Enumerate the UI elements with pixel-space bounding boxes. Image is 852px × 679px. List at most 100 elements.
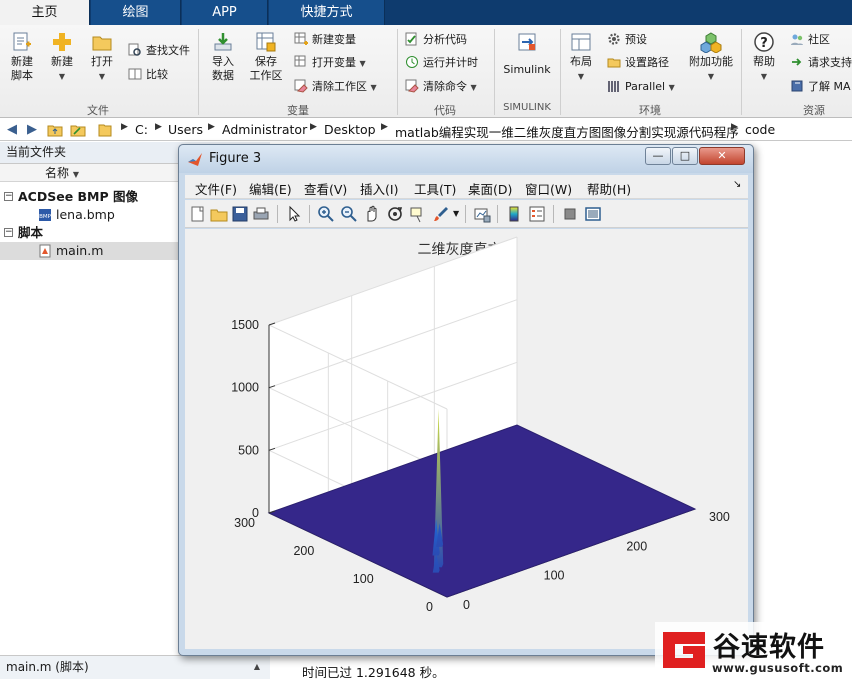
preferences-button[interactable]: 预设 <box>607 31 647 49</box>
chevron-down-icon[interactable]: ▼ <box>453 209 459 218</box>
ribbon: 新建 脚本 新建 ▼ 打开 ▼ 查找文件 比较 文件 导入 数据 保存 工作区 新建… <box>0 25 852 118</box>
browse-folder-icon[interactable] <box>70 122 86 138</box>
parallel-button[interactable]: Parallel ▼ <box>607 78 675 96</box>
breadcrumb-separator: ▶ <box>310 122 317 132</box>
chevron-down-icon: ▼ <box>760 72 768 81</box>
collapse-icon[interactable]: − <box>4 228 13 237</box>
z-tick-label: 1000 <box>231 381 259 395</box>
open-file-icon[interactable] <box>210 205 228 223</box>
breadcrumb-separator: ▶ <box>731 122 738 132</box>
menu-insert[interactable]: 插入(I) <box>360 179 398 198</box>
colorbar-icon[interactable] <box>505 205 523 223</box>
figure-canvas[interactable]: 二维灰度直方图 0 500 1000 1500 0 100 200 300 0 100 200 300 <box>185 229 748 649</box>
find-files-button[interactable]: 查找文件 <box>128 42 190 60</box>
new-button[interactable]: 新建 ▼ <box>44 31 80 84</box>
chevron-up-icon[interactable]: ▲ <box>254 656 260 678</box>
svg-text:BMP: BMP <box>39 214 52 220</box>
table-plus-icon <box>294 32 308 45</box>
breadcrumb-c[interactable]: C: <box>135 122 148 137</box>
menu-file[interactable]: 文件(F) <box>195 179 237 198</box>
y-tick-label: 300 <box>234 516 255 530</box>
tab-plot[interactable]: 绘图 <box>91 0 181 25</box>
support-icon <box>792 58 802 66</box>
file-name: lena.bmp <box>56 207 115 222</box>
menu-view[interactable]: 查看(V) <box>304 179 347 198</box>
request-support-button[interactable]: 请求支持 <box>790 54 852 72</box>
collapse-icon[interactable]: − <box>4 192 13 201</box>
forward-arrow-icon[interactable]: ▶ <box>24 122 40 138</box>
matlab-logo-icon <box>188 153 202 166</box>
chevron-down-icon: ▼ <box>577 72 585 81</box>
compare-button[interactable]: 比较 <box>128 66 168 84</box>
open-button[interactable]: 打开 ▼ <box>84 31 120 84</box>
community-button[interactable]: 社区 <box>790 31 830 49</box>
group-label: ACDSee BMP 图像 <box>18 189 139 204</box>
menu-help[interactable]: 帮助(H) <box>587 179 631 198</box>
learn-matlab-button[interactable]: 了解 MA <box>790 78 851 96</box>
hide-plot-tools-icon[interactable] <box>561 205 579 223</box>
addons-icon <box>700 32 722 53</box>
dock-arrow-icon[interactable]: ↘ <box>733 179 741 190</box>
figure-title: Figure 3 <box>209 151 262 166</box>
toolbar-separator <box>465 205 466 223</box>
rotate-3d-icon[interactable] <box>386 205 404 223</box>
print-icon[interactable] <box>252 205 270 223</box>
help-button[interactable]: ? 帮助 ▼ <box>748 31 780 84</box>
breadcrumb-desktop[interactable]: Desktop <box>324 122 376 137</box>
new-figure-icon[interactable] <box>189 205 207 223</box>
new-variable-button[interactable]: 新建变量 <box>294 31 356 49</box>
x-tick-label: 0 <box>463 598 470 612</box>
pan-hand-icon[interactable] <box>363 205 381 223</box>
brush-icon[interactable] <box>432 205 450 223</box>
menu-tools[interactable]: 工具(T) <box>414 179 456 198</box>
toolstrip-tabs: 主页 绘图 APP 快捷方式 <box>0 0 852 26</box>
layout-button[interactable]: 布局 ▼ <box>564 31 598 84</box>
breadcrumb-users[interactable]: Users <box>168 122 203 137</box>
zoom-in-icon[interactable] <box>317 205 335 223</box>
tab-home[interactable]: 主页 <box>0 0 90 26</box>
breadcrumb-project[interactable]: matlab编程实现一维二维灰度直方图图像分割实现源代码程序 <box>395 122 739 141</box>
figure-titlebar[interactable]: Figure 3 — □ ✕ <box>179 145 753 173</box>
pointer-icon[interactable] <box>285 205 303 223</box>
menu-edit[interactable]: 编辑(E) <box>249 179 292 198</box>
watermark-url: www.gususoft.com <box>712 661 844 675</box>
clear-commands-button[interactable]: 清除命令 ▼ <box>405 78 477 96</box>
compare-icon <box>128 68 142 80</box>
data-cursor-icon[interactable] <box>409 205 427 223</box>
import-data-button[interactable]: 导入 数据 <box>204 31 242 83</box>
link-plot-icon[interactable] <box>473 205 491 223</box>
addons-button[interactable]: 附加功能 ▼ <box>686 31 736 84</box>
run-time-icon <box>406 56 418 68</box>
svg-text:?: ? <box>760 36 768 51</box>
maximize-button[interactable]: □ <box>672 147 698 165</box>
save-icon[interactable] <box>231 205 249 223</box>
import-data-icon <box>214 33 232 51</box>
zoom-out-icon[interactable] <box>340 205 358 223</box>
tab-app[interactable]: APP <box>182 0 268 25</box>
minimize-button[interactable]: — <box>645 147 671 165</box>
tab-shortcuts[interactable]: 快捷方式 <box>269 0 385 25</box>
save-workspace-button[interactable]: 保存 工作区 <box>246 31 286 83</box>
close-button[interactable]: ✕ <box>699 147 745 165</box>
new-script-icon <box>13 32 31 51</box>
back-arrow-icon[interactable]: ◀ <box>4 122 20 138</box>
set-path-button[interactable]: 设置路径 <box>607 54 669 72</box>
up-folder-icon[interactable] <box>47 122 63 138</box>
eraser-icon <box>294 79 308 93</box>
menu-desktop[interactable]: 桌面(D) <box>468 179 512 198</box>
surface-plot[interactable]: 05001000150001002003000100200300 <box>185 229 748 649</box>
open-variable-button[interactable]: 打开变量 ▼ <box>294 54 366 72</box>
simulink-button[interactable]: Simulink <box>500 31 554 77</box>
group-label-file: 文件 <box>87 104 109 117</box>
menu-window[interactable]: 窗口(W) <box>525 179 572 198</box>
legend-icon[interactable] <box>528 205 546 223</box>
breadcrumb-administrator[interactable]: Administrator <box>222 122 307 137</box>
breadcrumb-code[interactable]: code <box>745 122 775 137</box>
clear-workspace-button[interactable]: 清除工作区 ▼ <box>294 78 377 96</box>
show-plot-tools-icon[interactable] <box>584 205 602 223</box>
run-and-time-button[interactable]: 运行并计时 <box>405 54 478 72</box>
new-script-button[interactable]: 新建 脚本 <box>4 31 40 83</box>
analyze-code-button[interactable]: 分析代码 <box>405 31 467 49</box>
breadcrumb-separator: ▶ <box>155 122 162 132</box>
group-label-environment: 环境 <box>639 104 661 117</box>
